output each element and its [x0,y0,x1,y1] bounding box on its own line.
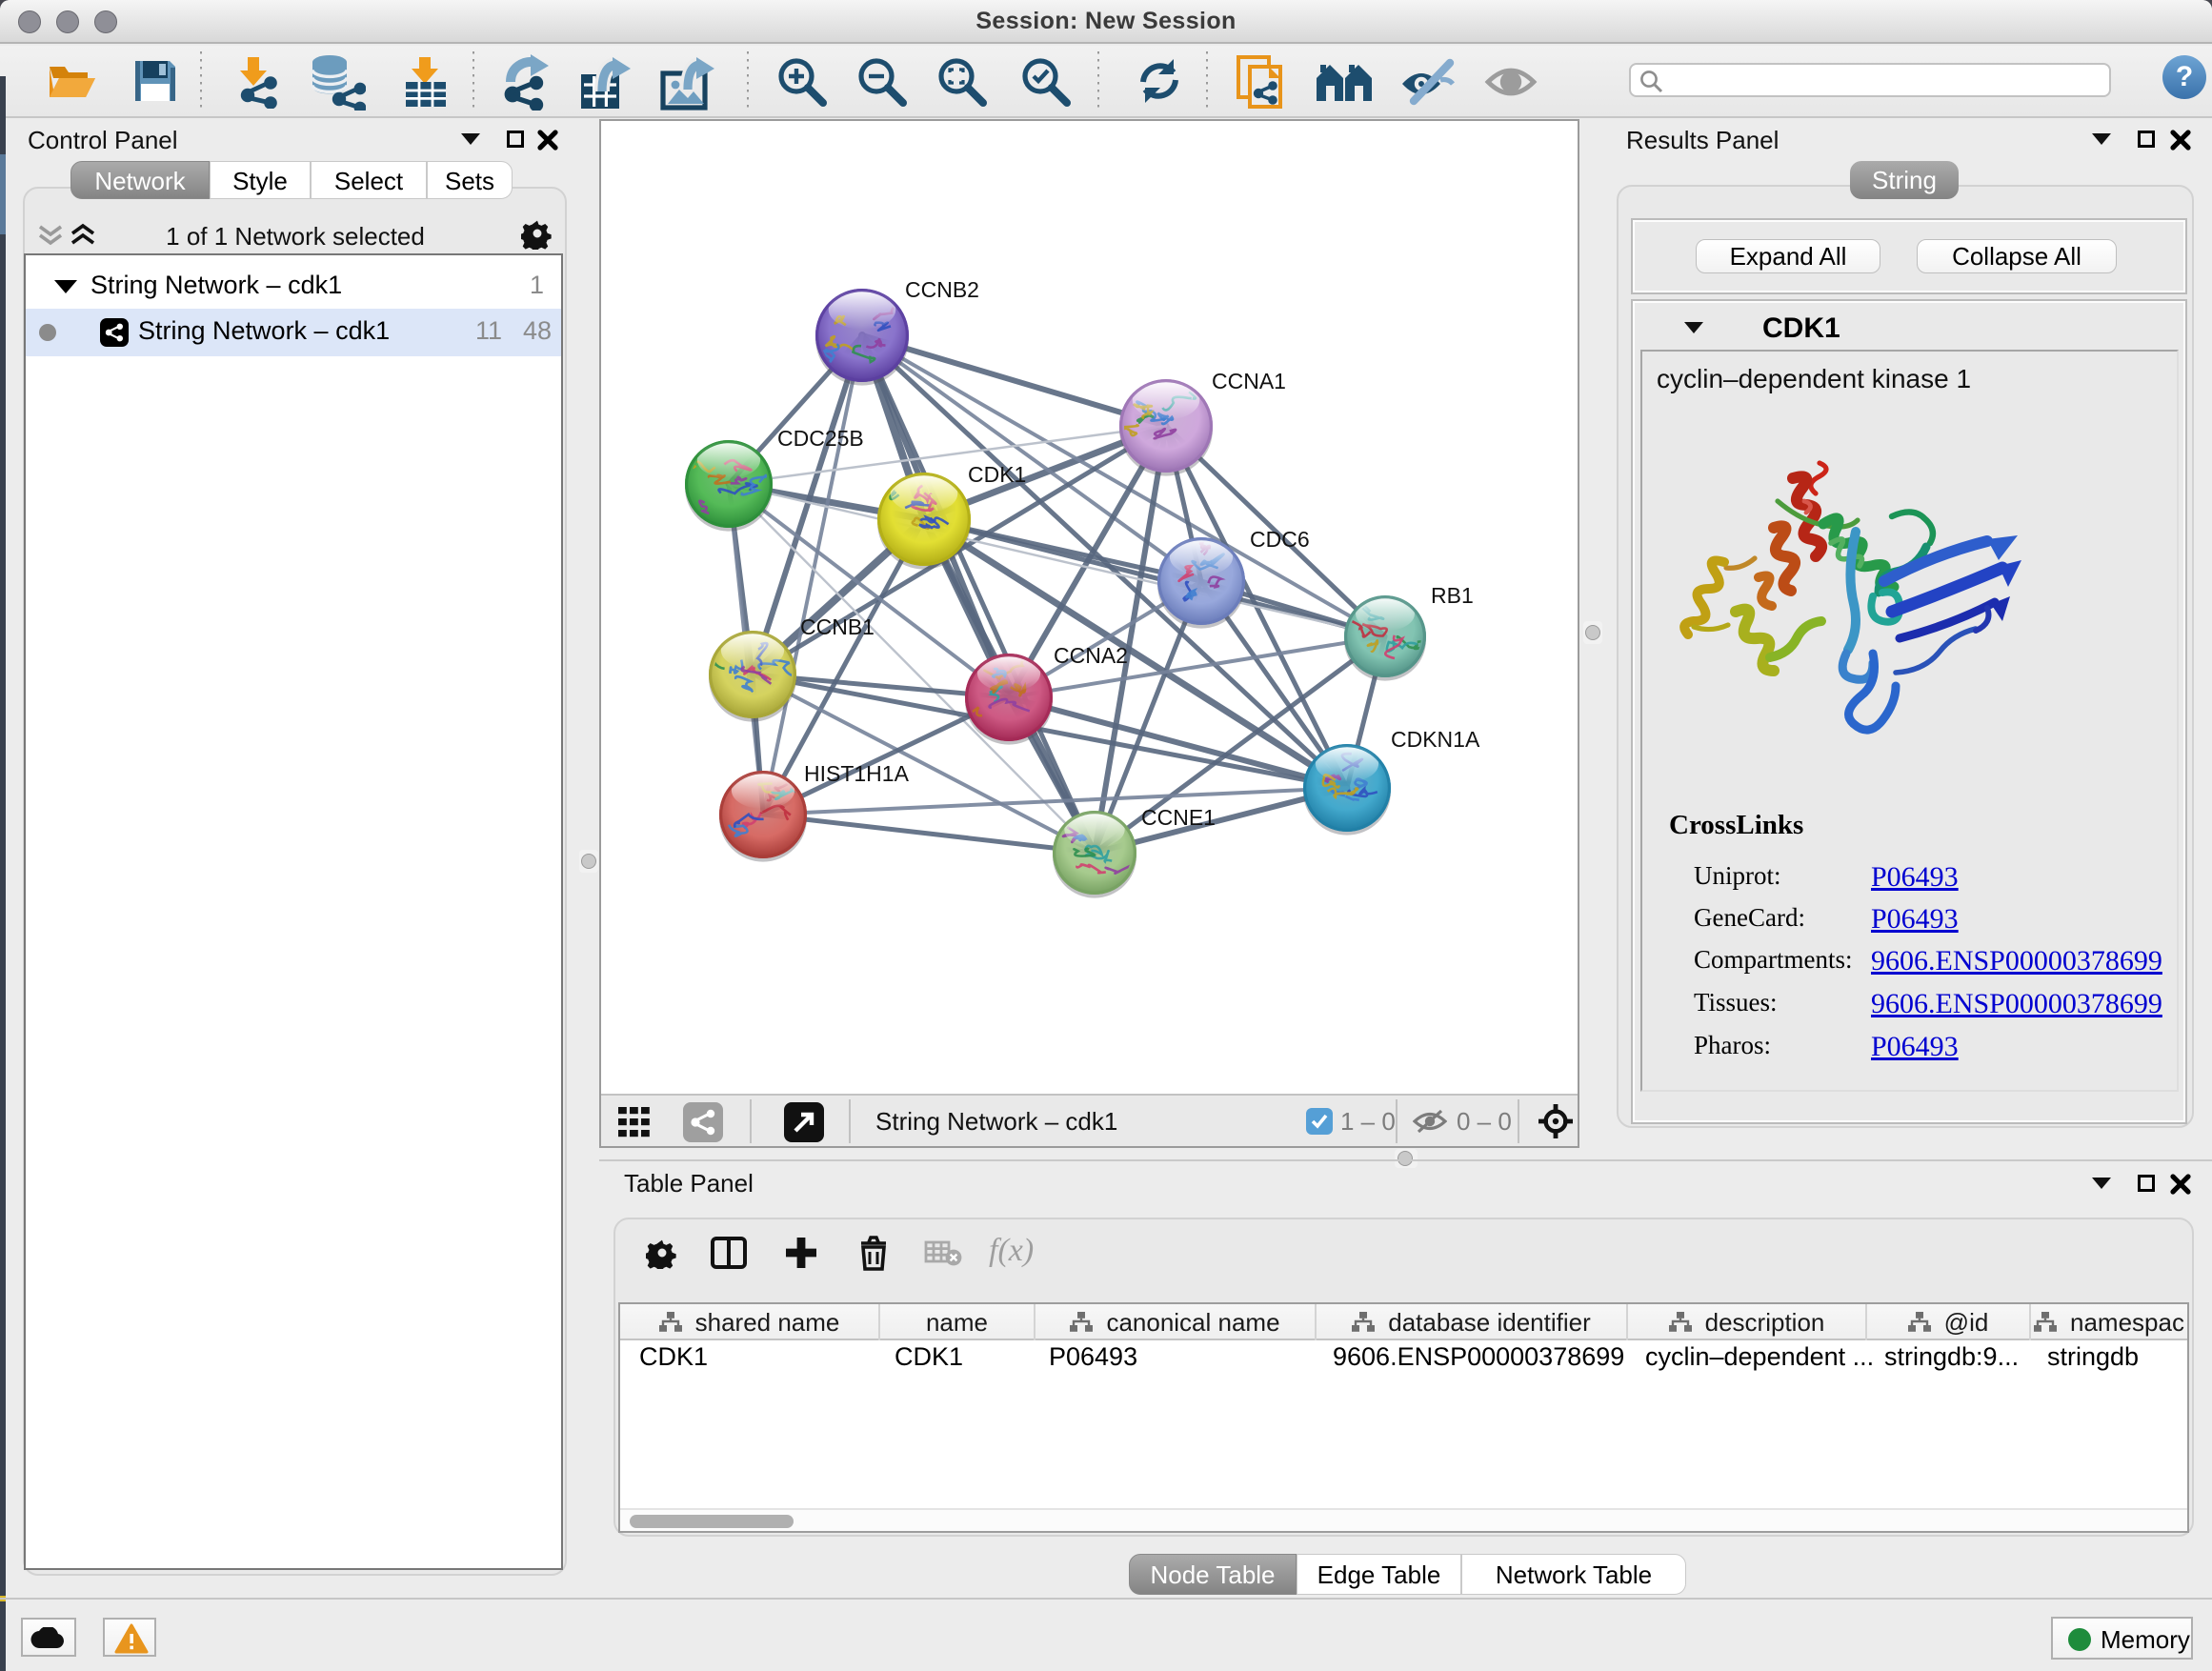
svg-text:CDK1: CDK1 [968,462,1026,487]
svg-text:HIST1H1A: HIST1H1A [804,761,910,786]
svg-text:CCNA1: CCNA1 [1212,369,1286,393]
svg-text:CCNE1: CCNE1 [1141,805,1216,830]
svg-text:CCNB1: CCNB1 [800,614,875,639]
svg-text:RB1: RB1 [1431,583,1474,608]
svg-text:CCNB2: CCNB2 [905,277,979,302]
svg-text:CDC25B: CDC25B [777,426,864,451]
svg-text:CDKN1A: CDKN1A [1391,727,1480,752]
svg-text:CCNA2: CCNA2 [1054,643,1128,668]
svg-text:CDC6: CDC6 [1250,527,1310,552]
